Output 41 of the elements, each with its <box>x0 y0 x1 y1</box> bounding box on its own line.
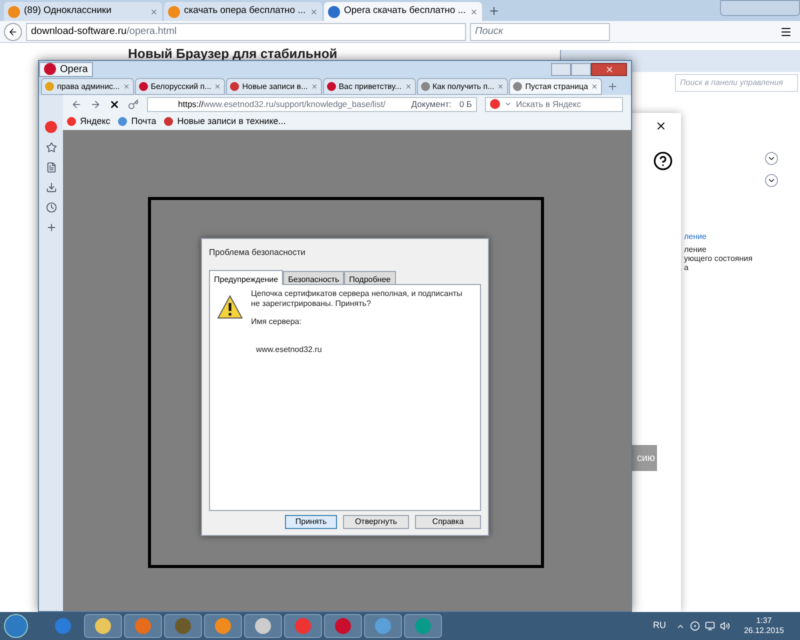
browser-tab[interactable]: (89) Одноклассники <box>4 2 162 21</box>
document-label: Документ: <box>411 98 452 110</box>
search-field[interactable]: Искать в Яндекс <box>485 96 623 112</box>
warning-message: Цепочка сертификатов сервера неполная, и подписанты не зарегистрированы. Принять? <box>251 289 464 309</box>
bookmark-link[interactable]: Новые записи в технике... <box>164 114 286 128</box>
dialog-tab[interactable]: Предупреждение <box>209 270 284 285</box>
page-heading: Новый Браузер для стабильной <box>128 45 338 63</box>
url-path: www.esetnod32.ru/support/knowledge_base/list/ <box>204 98 386 110</box>
bookmark-link[interactable]: Почта <box>118 114 156 128</box>
browser-tab[interactable]: Пустая страница <box>509 78 602 95</box>
search-field[interactable]: Поиск <box>470 22 610 40</box>
browser-tab[interactable]: Opera скачать бесплатно ... <box>324 2 482 21</box>
server-label: Имя сервера: <box>251 316 302 328</box>
language-indicator[interactable]: RU <box>652 619 666 633</box>
bookmark-link[interactable]: Яндекс <box>67 114 110 128</box>
opera-menu-button[interactable]: Opera <box>39 62 93 76</box>
dialog-tab[interactable]: Подробнее <box>344 271 396 284</box>
settings-link[interactable]: ление <box>684 232 706 241</box>
address-field[interactable]: download-software.ru/opera.html <box>26 22 466 40</box>
dialog-title: Проблема безопасности <box>209 246 306 259</box>
dialog-button[interactable]: Отвергнуть <box>343 515 409 529</box>
dialog-button[interactable]: Принять <box>285 515 337 529</box>
clock-time[interactable]: 1:37 <box>756 616 772 626</box>
address-field[interactable]: https://www.esetnod32.ru/support/knowledge_base/list/ Документ: 0 Б <box>147 96 477 112</box>
url-path: /opera.html <box>126 25 177 39</box>
browser-tab[interactable]: скачать опера бесплатно ... <box>164 2 322 21</box>
browser-tab[interactable]: права админис... <box>41 78 134 95</box>
browser-tab[interactable]: Вас приветству... <box>322 78 416 95</box>
url-scheme: https:// <box>178 98 204 110</box>
document-size: 0 Б <box>459 98 472 110</box>
server-name: www.esetnod32.ru <box>256 344 322 356</box>
url-host: download-software.ru <box>31 25 127 39</box>
settings-text: а <box>684 263 688 272</box>
browser-tab[interactable]: Новые записи в... <box>226 78 322 95</box>
browser-tab[interactable]: Белорусский п... <box>134 78 226 95</box>
clock-date[interactable]: 26.12.2015 <box>744 626 784 636</box>
dialog-tab[interactable]: Безопасность <box>283 271 344 284</box>
settings-text: ление <box>684 245 706 254</box>
dialog-button[interactable]: Справка <box>415 515 481 529</box>
settings-text: ующего состояния <box>684 254 752 263</box>
browser-tab[interactable]: Как получить п... <box>416 78 508 95</box>
